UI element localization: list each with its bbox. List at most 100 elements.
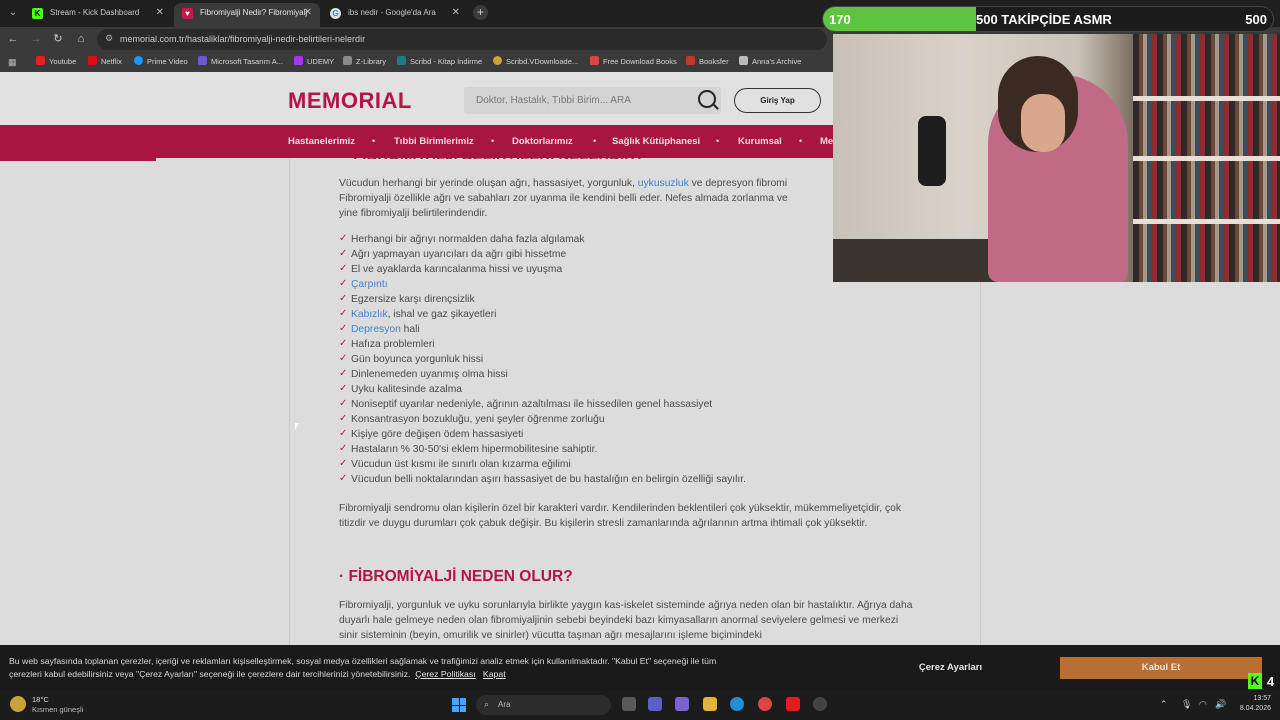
microphone-icon[interactable]: 🎙 <box>1181 699 1192 710</box>
cookie-settings-button[interactable]: Çerez Ayarları <box>898 657 1003 679</box>
nav-saglik-kutuphanesi[interactable]: Sağlık Kütüphanesi <box>612 136 700 147</box>
volume-icon[interactable]: 🔊 <box>1215 699 1226 710</box>
bookmark-z-library[interactable]: Z-Library <box>343 56 386 66</box>
check-icon: ✓ <box>339 338 348 349</box>
weather-temperature[interactable]: 18°C <box>32 695 49 704</box>
bookmark-label: Anna's Archive <box>752 57 802 66</box>
link-depresyon[interactable]: Depresyon <box>351 324 401 335</box>
screen: ⌄ K Stream - Kick Dashboard ✕ ♥ Fibromiy… <box>0 0 1280 720</box>
tray-chevron-icon[interactable]: ⌃ <box>1160 699 1168 710</box>
bookmark-free-download-books[interactable]: Free Download Books <box>590 56 677 66</box>
shelf-board <box>1133 156 1280 161</box>
search-icon[interactable] <box>698 90 716 108</box>
nav-tibbi-birimlerimiz[interactable]: Tıbbi Birimlerimiz <box>394 136 474 147</box>
search-placeholder: Doktor, Hastalık, Tıbbi Birim... ARA <box>476 95 631 106</box>
home-icon[interactable]: ⌂ <box>74 32 88 46</box>
cookie-close-link[interactable]: Kapat <box>483 669 506 679</box>
taskbar-search[interactable]: ⌕ Ara <box>476 695 611 715</box>
list-item: ✓ Kişiye göre değişen ödem hassasiyeti <box>339 427 899 442</box>
tab-google-search[interactable]: G ibs nedir - Google'da Ara ✕ <box>322 3 468 27</box>
url-text: memorial.com.tr/hastaliklar/fibromiyalji… <box>120 34 366 44</box>
bookmark-youtube[interactable]: Youtube <box>36 56 76 66</box>
intro-text: Vücudun herhangi bir yerinde oluşan ağrı… <box>339 178 638 189</box>
free-books-icon <box>590 56 599 65</box>
windows-start-icon[interactable] <box>452 698 466 712</box>
obs-icon[interactable] <box>813 697 827 711</box>
check-icon: ✓ <box>339 353 348 364</box>
bookmark-netflix[interactable]: Netflix <box>88 56 122 66</box>
apps-grid-icon[interactable]: ▦ <box>8 57 17 68</box>
new-tab-button[interactable]: + <box>473 5 488 20</box>
nav-hastanelerimiz[interactable]: Hastanelerimiz <box>288 136 355 147</box>
weather-description[interactable]: Kısmen güneşli <box>32 705 83 714</box>
kick-icon: K <box>32 8 43 19</box>
link-kabizlik[interactable]: Kabızlık <box>351 309 388 320</box>
nav-separator: • <box>716 136 720 146</box>
follower-goal-bar: 170 500 TAKİPÇİDE ASMR 500 <box>822 6 1274 32</box>
system-clock[interactable]: 13:57 8.04.2026 <box>1235 694 1271 714</box>
link-carpinti[interactable]: Çarpıntı <box>351 279 388 290</box>
back-icon[interactable]: ← <box>6 32 20 46</box>
bookmark-booksfer[interactable]: Booksfer <box>686 56 729 66</box>
check-icon: ✓ <box>339 248 348 259</box>
list-item: ✓ Uyku kalitesinde azalma <box>339 382 899 397</box>
symptom-text: El ve ayaklarda karıncalanma hissi ve uy… <box>351 264 563 275</box>
teams-icon[interactable] <box>648 697 662 711</box>
symptom-text: Noniseptif uyarılar nedeniyle, ağrının a… <box>351 399 713 410</box>
symptom-text: Gün boyunca yorgunluk hissi <box>351 354 484 365</box>
symptom-text: hali <box>400 324 420 335</box>
cookie-policy-link[interactable]: Çerez Politikası <box>415 669 475 679</box>
site-info-icon[interactable]: ⚙ <box>105 33 113 44</box>
scribd-downloader-icon <box>493 56 502 65</box>
chrome-icon[interactable] <box>758 697 772 711</box>
forward-icon[interactable]: → <box>29 32 43 46</box>
youtube-app-icon[interactable] <box>786 697 800 711</box>
follower-goal-title: 500 TAKİPÇİDE ASMR <box>976 12 1112 27</box>
cookie-accept-button[interactable]: Kabul Et <box>1060 657 1262 679</box>
bookmark-annas-archive[interactable]: Anna's Archive <box>739 56 801 66</box>
nav-more[interactable]: Me <box>820 136 833 147</box>
check-icon: ✓ <box>339 263 348 274</box>
link-uykusuzluk[interactable]: uykusuzluk <box>638 178 689 189</box>
tab-fibromiyalji[interactable]: ♥ Fibromiyalji Nedir? Fibromiyalj ✕ <box>174 3 320 27</box>
bookmark-scribd-downloader[interactable]: Scribd.VDownloade... <box>493 56 578 66</box>
netflix-icon <box>88 56 97 65</box>
close-icon[interactable]: ✕ <box>452 3 460 23</box>
bookmark-scribd[interactable]: Scribd - Kitap İndirme <box>397 56 482 66</box>
symptom-text: Ağrı yapmayan uyarıcıları da ağrı gibi h… <box>351 249 567 260</box>
reload-icon[interactable]: ↻ <box>51 32 65 46</box>
address-bar[interactable]: ⚙ memorial.com.tr/hastaliklar/fibromiyal… <box>97 29 827 50</box>
nav-doktorlarimiz[interactable]: Doktorlarımız <box>512 136 573 147</box>
symptom-text: Uyku kalitesinde azalma <box>351 384 463 395</box>
tab-search-icon[interactable]: ⌄ <box>4 4 22 22</box>
list-item: ✓ Hafıza problemleri <box>339 337 899 352</box>
bookmark-microsoft-designer[interactable]: Microsoft Tasarım A... <box>198 56 283 66</box>
list-item: ✓ Dinlenemeden uyanmış olma hissi <box>339 367 899 382</box>
bookmark-label: Youtube <box>49 57 77 66</box>
file-explorer-icon[interactable] <box>703 697 717 711</box>
wifi-icon[interactable]: ◠ <box>1199 699 1207 710</box>
symptom-text: Konsantrasyon bozukluğu, yeni şeyler öğr… <box>351 414 605 425</box>
copilot-icon[interactable] <box>675 697 689 711</box>
nav-kurumsal[interactable]: Kurumsal <box>738 136 782 147</box>
memorial-logo[interactable]: MEMORIAL <box>288 88 412 114</box>
list-item: ✓ Depresyon hali <box>339 322 899 337</box>
edge-icon[interactable] <box>730 697 744 711</box>
kick-icon: K <box>1248 673 1262 689</box>
check-icon: ✓ <box>339 413 348 424</box>
weather-sun-icon[interactable] <box>10 696 26 712</box>
bookmark-prime-video[interactable]: Prime Video <box>134 56 188 66</box>
task-view-icon[interactable] <box>622 697 636 711</box>
bookmark-udemy[interactable]: UDEMY <box>294 56 334 66</box>
login-button[interactable]: Giriş Yap <box>734 88 821 113</box>
bookmark-label: Scribd - Kitap İndirme <box>410 57 483 66</box>
check-icon: ✓ <box>339 398 348 409</box>
symptom-text: Vücudun üst kısmı ile sınırlı olan kızar… <box>351 459 571 470</box>
search-icon: ⌕ <box>484 699 490 709</box>
check-icon: ✓ <box>339 308 348 319</box>
symptom-text: Herhangi bir ağrıyı normalden daha fazla… <box>351 234 585 245</box>
close-icon[interactable]: ✕ <box>304 3 312 23</box>
tab-kick-dashboard[interactable]: K Stream - Kick Dashboard ✕ <box>24 3 172 27</box>
site-search-input[interactable]: Doktor, Hastalık, Tıbbi Birim... ARA <box>464 87 721 114</box>
close-icon[interactable]: ✕ <box>156 3 164 23</box>
